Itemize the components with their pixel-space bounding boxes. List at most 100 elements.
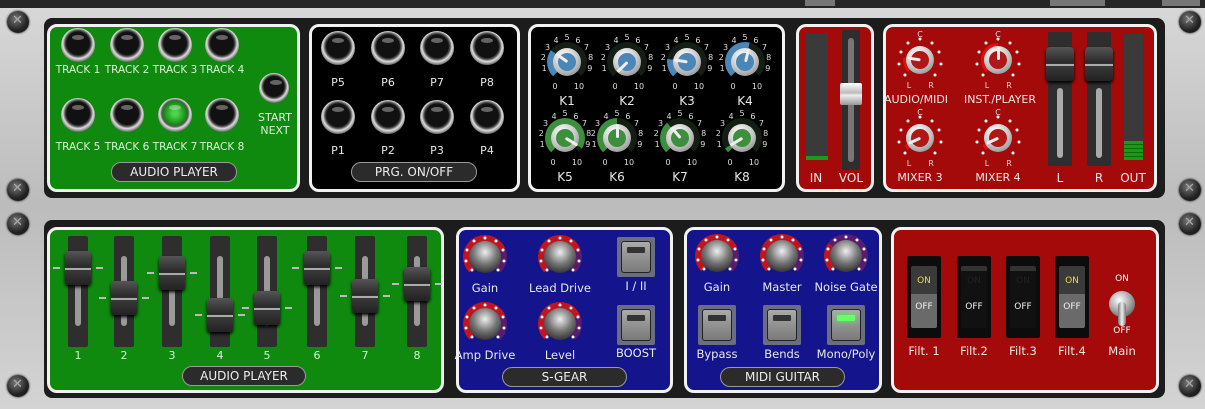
pan-knob[interactable]: [903, 43, 937, 77]
track-3-button[interactable]: [158, 28, 192, 62]
fader-7-handle[interactable]: [352, 279, 378, 314]
knob-k8[interactable]: [722, 118, 762, 158]
track-4-button[interactable]: [205, 28, 239, 62]
scale-dot: [540, 248, 544, 252]
fader-l-handle[interactable]: [1046, 47, 1074, 81]
track-5-button[interactable]: [61, 98, 95, 132]
rocker-off-text: OFF: [915, 302, 933, 312]
vol-slider-handle[interactable]: [840, 83, 862, 106]
knob-scale-label: 4: [673, 35, 679, 45]
filter-2-switch[interactable]: ON OFF: [957, 256, 991, 338]
knob-k2[interactable]: [607, 42, 647, 82]
knob-scale-label: 7: [696, 118, 702, 128]
scale-dot: [1015, 128, 1019, 132]
program-button-p8[interactable]: [470, 31, 504, 65]
filter-3-switch[interactable]: ON OFF: [1006, 256, 1040, 338]
knob-k5[interactable]: [545, 118, 585, 158]
sgear-knob-amp-drive[interactable]: [463, 302, 507, 346]
screw-icon: [7, 213, 29, 235]
track-8-button[interactable]: [205, 98, 239, 132]
pan-knob[interactable]: [981, 121, 1015, 155]
program-button-p4[interactable]: [470, 100, 504, 134]
pan-label: MIXER 4: [975, 171, 1021, 184]
knob-scale-label: 5: [677, 109, 683, 118]
knob-scale-label: 7: [761, 42, 767, 52]
track-1-button[interactable]: [61, 28, 95, 62]
pan-knob[interactable]: [981, 43, 1015, 77]
knob-label: K4: [737, 94, 753, 108]
fader-r-handle[interactable]: [1085, 47, 1113, 81]
midi-bypass-button[interactable]: [698, 305, 736, 345]
rack-stage: TRACK 1TRACK 2TRACK 3TRACK 4TRACK 5TRACK…: [0, 0, 1205, 409]
midi-bends-button[interactable]: [763, 305, 801, 345]
knob-scale-label: 6: [750, 111, 756, 121]
program-button-p5[interactable]: [321, 31, 355, 65]
knob-scale-label: 2: [590, 129, 596, 139]
fader-6-handle[interactable]: [304, 251, 330, 286]
filter-4-switch[interactable]: ON OFF: [1055, 256, 1089, 338]
sgear-i-ii-button[interactable]: [617, 237, 655, 277]
fader-5-handle[interactable]: [254, 291, 280, 326]
scale-dot: [863, 258, 867, 262]
scale-dot: [906, 119, 910, 123]
knob-k6[interactable]: [597, 118, 637, 158]
scale-dot: [502, 259, 506, 263]
program-button-p1[interactable]: [321, 100, 355, 134]
knob-k1[interactable]: [547, 42, 587, 82]
midi-button-label: Mono/Poly: [816, 347, 876, 361]
track-2-button[interactable]: [110, 28, 144, 62]
start-next-button[interactable]: [259, 73, 289, 103]
knob-scale-label: 9: [765, 64, 771, 74]
fader-slot: [1057, 88, 1063, 158]
sgear-knob-gain[interactable]: [463, 235, 507, 279]
track-6-button[interactable]: [110, 98, 144, 132]
sgear-knob-level[interactable]: [538, 302, 582, 346]
start-next-label: START: [258, 111, 292, 124]
midi-knob-gain[interactable]: [695, 234, 739, 278]
button-light: [627, 315, 645, 321]
program-button-p2[interactable]: [371, 100, 405, 134]
fader-4-handle[interactable]: [207, 297, 233, 332]
pan-knob[interactable]: [903, 121, 937, 155]
fader-2-handle[interactable]: [111, 280, 137, 315]
sgear-knob-lead-drive[interactable]: [538, 235, 582, 279]
knob-scale-label: 4: [666, 111, 672, 121]
audio-player-title: AUDIO PLAYER: [111, 162, 237, 182]
scale-dot: [984, 41, 988, 45]
knob-k7[interactable]: [660, 118, 700, 158]
knob-k4[interactable]: [725, 42, 765, 82]
knob-scale-label: 5: [624, 33, 630, 42]
fader-label: 7: [361, 349, 369, 362]
toolbar-field[interactable]: [1162, 0, 1200, 6]
scale-dot: [464, 259, 468, 263]
sgear-boost-button[interactable]: [617, 305, 655, 345]
toolbar-button[interactable]: [805, 0, 835, 6]
midi-knob-noise-gate[interactable]: [824, 234, 868, 278]
program-button-p7[interactable]: [420, 31, 454, 65]
scale-dot: [1008, 41, 1012, 45]
knob-scale-label: 0: [672, 82, 678, 91]
scale-dot: [977, 128, 981, 132]
pan-right-label: R: [1006, 159, 1012, 168]
button-light: [837, 315, 855, 321]
scale-dot: [496, 268, 500, 272]
midi-knob-master[interactable]: [760, 234, 804, 278]
scale-dot: [726, 238, 730, 242]
toolbar-field[interactable]: [1050, 0, 1105, 6]
midi-mono-poly-button[interactable]: [827, 305, 865, 345]
pan-label: INST./PLAYER: [963, 93, 1037, 106]
program-button-p6[interactable]: [371, 31, 405, 65]
rocker-on-text: ON: [917, 276, 931, 286]
scale-dot: [1011, 73, 1015, 77]
sgear-button-label: I / II: [625, 279, 647, 293]
fader-8-handle[interactable]: [404, 266, 430, 301]
scale-dot: [857, 267, 861, 271]
filter-1-switch[interactable]: ON OFF: [907, 256, 941, 338]
track-7-button[interactable]: [158, 98, 192, 132]
program-button-p3[interactable]: [420, 100, 454, 134]
fader-1-handle[interactable]: [65, 251, 91, 286]
sgear-knob-label: Gain: [471, 281, 499, 295]
scale-dot: [903, 151, 907, 155]
knob-k3[interactable]: [667, 42, 707, 82]
fader-3-handle[interactable]: [159, 256, 185, 291]
